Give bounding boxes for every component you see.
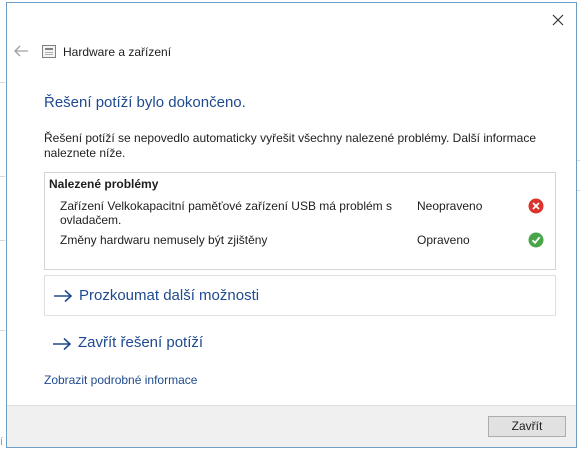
page-heading: Řešení potíží bylo dokončeno. bbox=[44, 94, 246, 111]
explore-options-panel: Prozkoumat další možnosti bbox=[44, 275, 556, 316]
background-divider bbox=[0, 240, 5, 241]
explore-options-link[interactable]: Prozkoumat další možnosti bbox=[45, 276, 557, 315]
close-window-button[interactable] bbox=[550, 12, 566, 28]
close-troubleshooter-link[interactable]: Zavřít řešení potíží bbox=[44, 330, 244, 358]
arrow-right-icon bbox=[54, 289, 73, 303]
hardware-icon bbox=[42, 45, 56, 58]
explore-options-label: Prozkoumat další možnosti bbox=[79, 287, 260, 304]
troubleshooter-dialog: Hardware a zařízení Řešení potíží bylo d… bbox=[6, 2, 577, 448]
problems-panel: Nalezené problémy Zařízení Velkokapacitn… bbox=[44, 172, 556, 270]
problems-header: Nalezené problémy bbox=[49, 177, 159, 191]
dialog-footer: Zavřít bbox=[7, 405, 576, 447]
view-details-link[interactable]: Zobrazit podrobné informace bbox=[44, 373, 197, 387]
problem-status: Opraveno bbox=[417, 233, 470, 247]
background-divider bbox=[0, 176, 5, 177]
close-troubleshooter-label: Zavřít řešení potíží bbox=[78, 334, 204, 351]
problem-text: Zařízení Velkokapacitní paměťové zařízen… bbox=[60, 199, 392, 227]
background-divider bbox=[0, 330, 5, 331]
close-button[interactable]: Zavřít bbox=[488, 416, 566, 437]
error-icon bbox=[528, 198, 544, 214]
background-divider bbox=[0, 82, 5, 83]
back-arrow-icon bbox=[14, 45, 28, 57]
back-button[interactable] bbox=[13, 44, 29, 58]
problem-text: Změny hardwaru nemusely být zjištěny bbox=[60, 233, 268, 247]
window-title: Hardware a zařízení bbox=[63, 45, 172, 59]
check-icon bbox=[528, 232, 544, 248]
problem-status: Neopraveno bbox=[417, 199, 483, 213]
close-icon bbox=[552, 14, 564, 26]
description-text: Řešení potíží se nepovedlo automaticky v… bbox=[44, 131, 537, 160]
arrow-right-icon bbox=[53, 337, 72, 351]
